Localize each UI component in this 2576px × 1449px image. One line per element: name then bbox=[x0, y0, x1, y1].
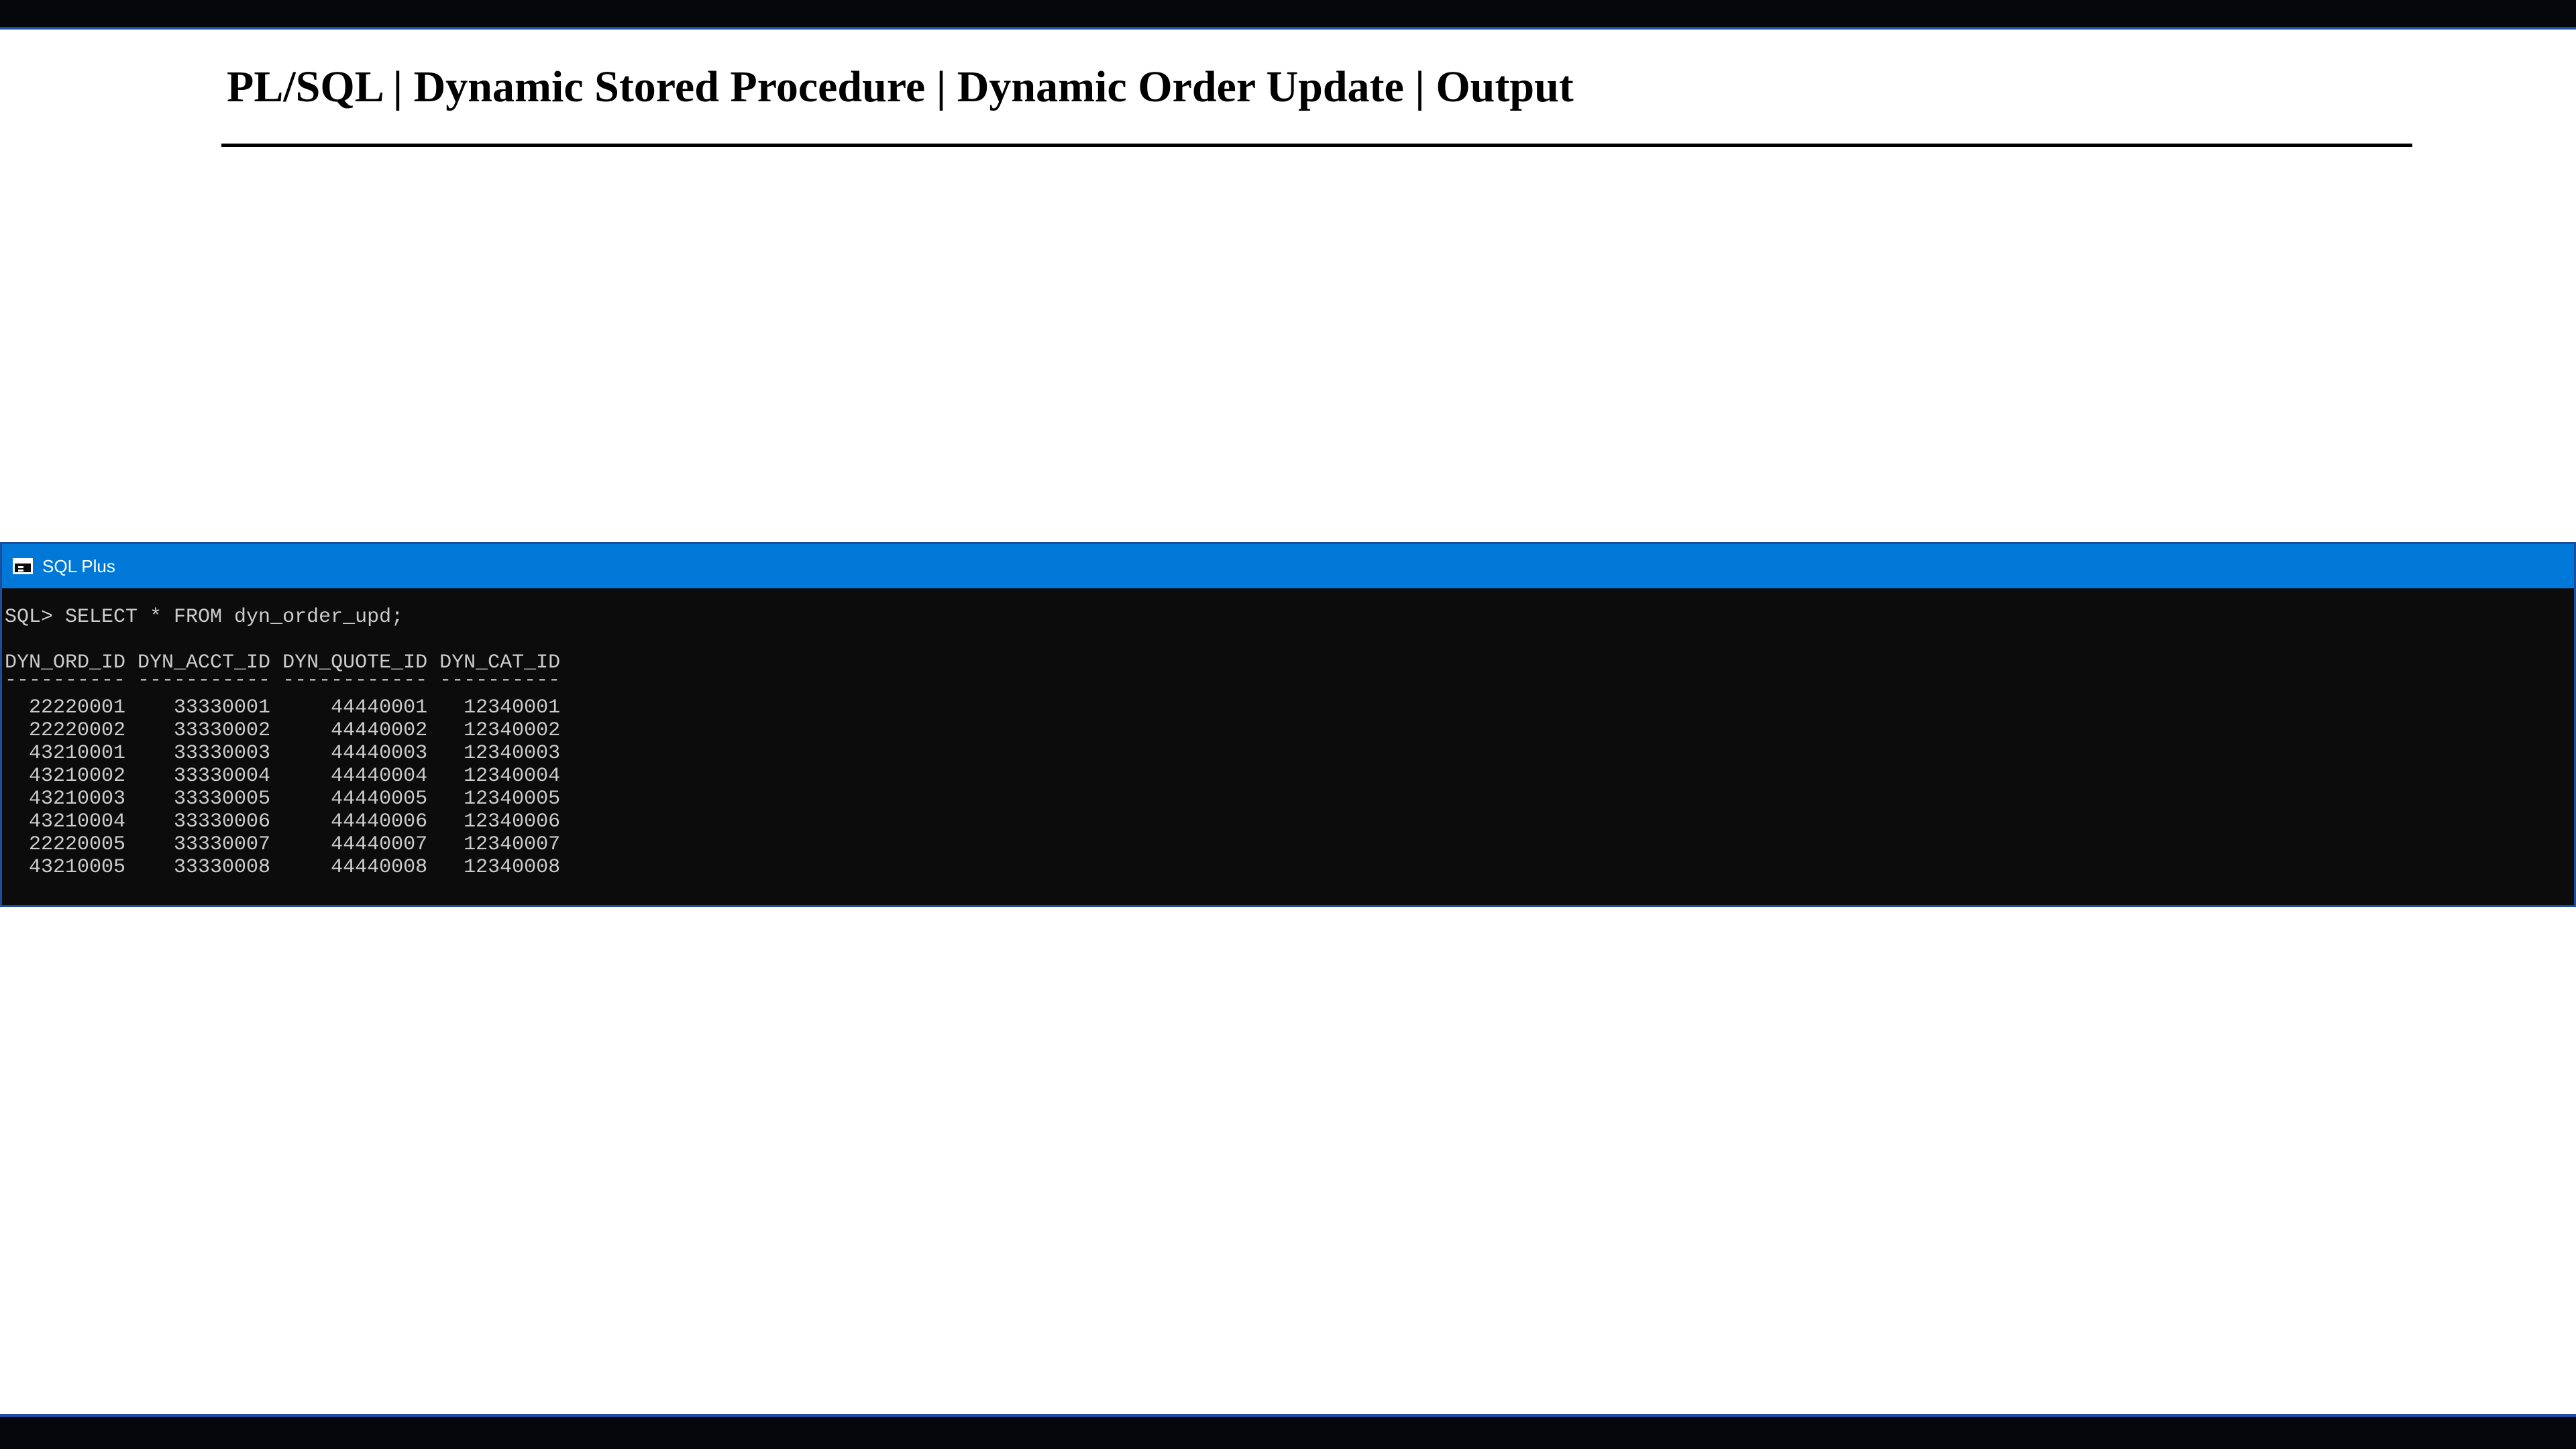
window-title: SQL Plus bbox=[42, 556, 115, 576]
result-separator-line: ---------- ----------- ------------ ----… bbox=[5, 669, 561, 692]
console-window-icon bbox=[13, 558, 33, 574]
sqlplus-window[interactable]: SQL Plus SQL> SELECT * FROM dyn_order_up… bbox=[0, 542, 2576, 907]
console-output[interactable]: SQL> SELECT * FROM dyn_order_upd; DYN_OR… bbox=[2, 588, 2574, 885]
slide-title: PL/SQL | Dynamic Stored Procedure | Dyna… bbox=[227, 62, 1574, 111]
result-row: 43210002 33330004 44440004 12340004 bbox=[5, 765, 561, 788]
result-row: 43210001 33330003 44440003 12340003 bbox=[5, 742, 561, 765]
result-row: 22220002 33330002 44440002 12340002 bbox=[5, 719, 561, 742]
sql-command-line: SQL> SELECT * FROM dyn_order_upd; bbox=[5, 606, 404, 629]
result-row: 22220001 33330001 44440001 12340001 bbox=[5, 696, 561, 719]
result-row: 43210004 33330006 44440006 12340006 bbox=[5, 810, 561, 833]
title-underline bbox=[221, 144, 2412, 147]
top-border-bar bbox=[0, 0, 2576, 30]
bottom-border-bar bbox=[0, 1414, 2576, 1449]
window-titlebar[interactable]: SQL Plus bbox=[2, 544, 2574, 588]
result-row: 43210003 33330005 44440005 12340005 bbox=[5, 788, 561, 810]
result-row: 43210005 33330008 44440008 12340008 bbox=[5, 856, 561, 879]
result-row: 22220005 33330007 44440007 12340007 bbox=[5, 833, 561, 856]
